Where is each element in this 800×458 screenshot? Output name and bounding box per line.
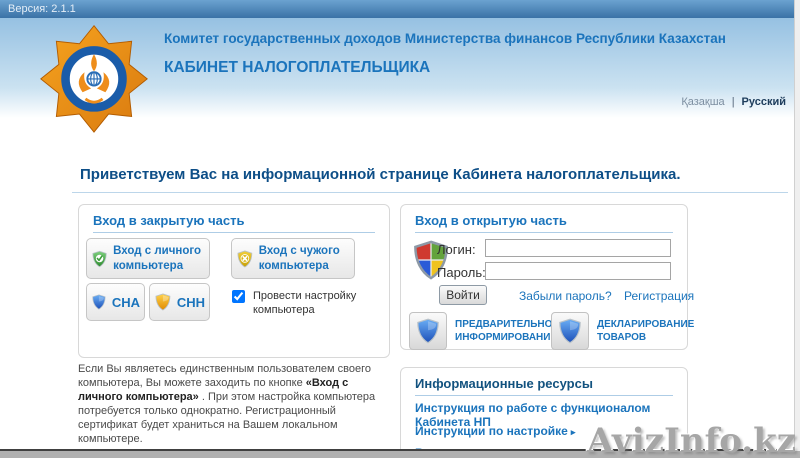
goods-declaration-label: ДЕКЛАРИРОВАНИЕ ТОВАРОВ bbox=[597, 318, 694, 344]
setup-computer-checkbox[interactable] bbox=[232, 290, 245, 303]
service-label-line: ТОВАРОВ bbox=[597, 331, 694, 344]
orange-shield-icon bbox=[154, 290, 172, 314]
sna-button[interactable]: СНА bbox=[86, 283, 145, 321]
preliminary-informing-label: ПРЕДВАРИТЕЛЬНОЕ ИНФОРМИРОВАНИЕ bbox=[455, 318, 559, 344]
info-link-label: Инструкции по настройке bbox=[415, 424, 568, 438]
login-foreign-label: Вход с чужого компьютера bbox=[259, 244, 350, 273]
app-title: КАБИНЕТ НАЛОГОПЛАТЕЛЬЩИКА bbox=[164, 59, 430, 77]
login-personal-computer-button[interactable]: Вход с личного компьютера bbox=[86, 238, 210, 279]
right-edge-strip bbox=[794, 0, 800, 451]
preliminary-informing-link[interactable]: ПРЕДВАРИТЕЛЬНОЕ ИНФОРМИРОВАНИЕ bbox=[409, 312, 559, 350]
registration-link[interactable]: Регистрация bbox=[624, 289, 694, 303]
blue-shield-icon bbox=[409, 312, 447, 350]
password-input[interactable] bbox=[485, 262, 671, 280]
service-label-line: ИНФОРМИРОВАНИЕ bbox=[455, 331, 559, 344]
goods-declaration-link[interactable]: ДЕКЛАРИРОВАНИЕ ТОВАРОВ bbox=[551, 312, 694, 350]
login-foreign-computer-button[interactable]: Вход с чужого компьютера bbox=[231, 238, 355, 279]
forgot-password-link[interactable]: Забыли пароль? bbox=[519, 289, 612, 303]
help-text-block: Если Вы являетесь единственным пользоват… bbox=[78, 362, 392, 458]
taxpayer-cabinet-page: Версия: 2.1.1 Комитет государственных до… bbox=[0, 0, 800, 458]
welcome-heading: Приветствуем Вас на информационной стран… bbox=[80, 166, 680, 183]
paragraph-personal-login: Если Вы являетесь единственным пользоват… bbox=[78, 362, 392, 446]
blue-shield-icon bbox=[91, 290, 107, 314]
divider-line bbox=[72, 192, 788, 193]
setup-computer-label: Провести настройку компьютера bbox=[253, 289, 357, 318]
sna-label: СНА bbox=[112, 295, 140, 310]
open-part-title: Вход в открытую часть bbox=[415, 213, 673, 233]
version-label: Версия: 2.1.1 bbox=[8, 3, 76, 15]
language-switcher: Қазақша | Русский bbox=[681, 96, 786, 108]
snn-button[interactable]: СНН bbox=[149, 283, 210, 321]
closed-part-title: Вход в закрытую часть bbox=[93, 213, 375, 233]
lang-russian-link[interactable]: Русский bbox=[742, 96, 786, 108]
info-resources-title: Информационные ресурсы bbox=[415, 376, 673, 396]
blue-shield-icon bbox=[551, 312, 589, 350]
setup-computer-checkbox-row[interactable]: Провести настройку компьютера bbox=[232, 289, 362, 318]
closed-part-panel: Вход в закрытую часть Вход с личного ком… bbox=[78, 204, 390, 358]
arrow-right-icon: ▸ bbox=[571, 427, 576, 437]
login-label: Логин: bbox=[437, 242, 476, 257]
open-part-panel: Вход в открытую часть Логин: Пароль: Вой… bbox=[400, 204, 688, 350]
green-shield-check-icon bbox=[91, 244, 108, 274]
login-input[interactable] bbox=[485, 239, 671, 257]
service-label-line: ПРЕДВАРИТЕЛЬНОЕ bbox=[455, 318, 559, 331]
password-label: Пароль: bbox=[437, 265, 486, 280]
yellow-shield-x-icon bbox=[236, 244, 254, 274]
lang-kazakh-link[interactable]: Қазақша bbox=[681, 96, 724, 108]
state-revenue-committee-logo-icon bbox=[33, 20, 155, 134]
avizinfo-watermark: AvizInfo.kz bbox=[587, 421, 796, 458]
lang-divider: | bbox=[732, 96, 735, 108]
setup-instructions-link[interactable]: Инструкции по настройке▸ bbox=[415, 424, 575, 438]
version-bar: Версия: 2.1.1 bbox=[0, 0, 795, 18]
org-title: Комитет государственных доходов Министер… bbox=[164, 31, 764, 46]
login-personal-label: Вход с личного компьютера bbox=[113, 244, 205, 273]
login-submit-button[interactable]: Войти bbox=[439, 285, 487, 305]
snn-label: СНН bbox=[177, 295, 205, 310]
service-label-line: ДЕКЛАРИРОВАНИЕ bbox=[597, 318, 694, 331]
